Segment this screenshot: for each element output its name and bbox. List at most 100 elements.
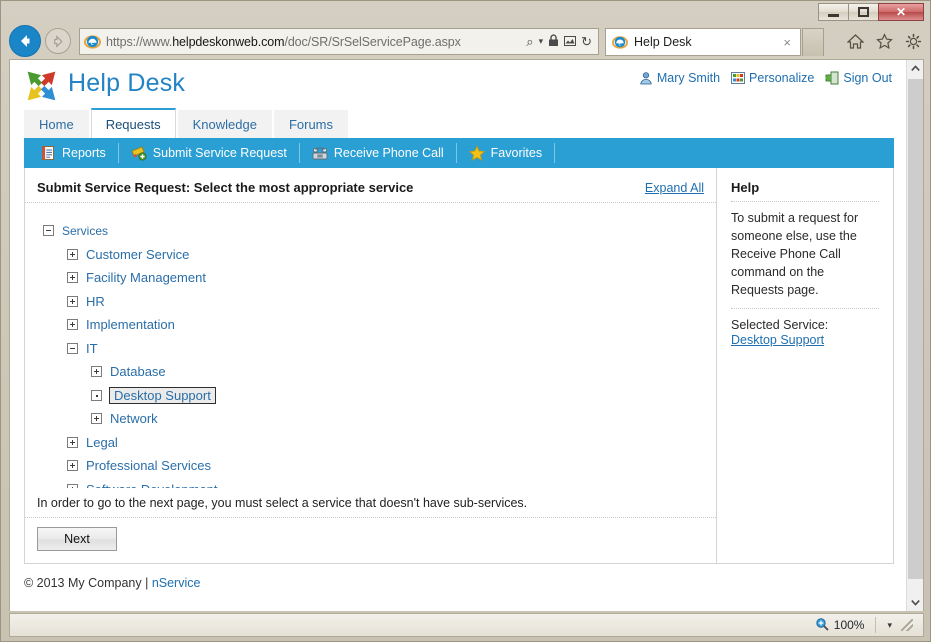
minimize-button[interactable] [818,3,848,21]
selected-service-link[interactable]: Desktop Support [731,333,879,347]
tree-node-services[interactable]: Services [43,219,704,243]
main-nav-tabs: Home Requests Knowledge Forums [10,108,908,138]
url-domain: helpdeskonweb.com [172,34,285,49]
tree-node-label[interactable]: Implementation [86,317,175,332]
search-icon[interactable]: ⌕ [526,35,533,48]
page-title: Submit Service Request: Select the most … [37,180,414,195]
maximize-icon [858,7,869,17]
close-icon: ✕ [895,5,907,19]
command-toolbar: Reports Submit Service Request Receive P… [24,138,894,168]
page-viewport: Help Desk Mary Smith Personalize Sign Ou… [9,59,924,611]
zoom-control[interactable]: 100% ▾ [815,617,923,634]
home-icon[interactable] [846,33,865,54]
footer-link-nservice[interactable]: nService [152,576,201,590]
close-window-button[interactable]: ✕ [878,3,924,21]
star-icon [468,145,485,161]
address-bar-icons: ⌕ ▾ ↻ [526,34,594,49]
maximize-button[interactable] [848,3,878,21]
favorites-star-icon[interactable] [876,33,893,54]
compatibility-view-icon[interactable] [564,35,577,49]
url-text: https://www.helpdeskonweb.com/doc/SR/SrS… [106,35,526,49]
expand-expander-icon[interactable] [67,436,78,448]
window-controls: ✕ [818,3,924,21]
web-page: Help Desk Mary Smith Personalize Sign Ou… [10,60,908,611]
app-title: Help Desk [68,68,186,97]
expand-expander-icon[interactable] [67,319,78,331]
tree-node-software-development[interactable]: Software Development [43,478,704,488]
user-link-personalize[interactable]: Personalize [731,71,814,85]
command-favorites[interactable]: Favorites [457,143,556,163]
tree-node-label[interactable]: Services [62,224,108,238]
tree-node-implementation[interactable]: Implementation [43,313,704,337]
expand-expander-icon[interactable] [91,413,102,425]
tree-node-label[interactable]: Customer Service [86,247,189,262]
panel-header: Submit Service Request: Select the most … [25,168,716,203]
refresh-icon[interactable]: ↻ [581,35,592,48]
tab-forums[interactable]: Forums [273,110,348,138]
address-bar[interactable]: e https://www.helpdeskonweb.com/doc/SR/S… [79,28,599,55]
window-titlebar: ✕ [1,1,930,23]
tab-requests[interactable]: Requests [90,108,176,138]
tree-node-legal[interactable]: Legal [43,431,704,455]
tree-node-database[interactable]: Database [43,360,704,384]
tab-home[interactable]: Home [24,110,89,138]
tree-node-label[interactable]: IT [86,341,98,356]
expand-expander-icon[interactable] [67,272,78,284]
user-links: Mary Smith Personalize Sign Out [639,71,892,85]
tree-node-label[interactable]: Network [110,411,158,426]
expand-expander-icon[interactable] [67,460,78,472]
tree-node-customer-service[interactable]: Customer Service [43,243,704,267]
tree-node-label[interactable]: Facility Management [86,270,206,285]
command-reports[interactable]: Reports [38,143,119,163]
tree-node-it[interactable]: IT [43,337,704,361]
four-arrows-logo-icon [24,66,58,101]
expand-expander-icon[interactable] [67,483,78,488]
scroll-down-icon[interactable] [907,594,923,611]
tree-node-hr[interactable]: HR [43,290,704,314]
tree-node-desktop-support[interactable]: Desktop Support [43,384,704,408]
tree-node-facility-management[interactable]: Facility Management [43,266,704,290]
forward-button[interactable] [45,28,71,54]
tools-gear-icon[interactable] [905,33,922,54]
tab-close-icon[interactable]: × [780,35,794,50]
grid-icon [731,71,746,85]
site-footer: © 2013 My Company | nService [24,576,894,590]
tab-knowledge[interactable]: Knowledge [177,110,272,138]
tree-node-label[interactable]: Database [110,364,166,379]
scroll-up-icon[interactable] [907,60,923,77]
resize-grip-icon[interactable] [901,619,913,631]
tree-node-label[interactable]: Legal [86,435,118,450]
collapse-expander-icon[interactable] [67,342,78,354]
browser-tab-strip: e Help Desk × [605,28,824,56]
zoom-magnifier-icon [815,617,829,634]
expand-expander-icon[interactable] [67,295,78,307]
footer-buttons: Next [25,518,716,563]
expand-expander-icon[interactable] [91,366,102,378]
command-receive-phone-call[interactable]: Receive Phone Call [300,143,457,163]
tree-node-label[interactable]: HR [86,294,105,309]
page-scrollbar[interactable] [906,60,923,611]
user-link-mary-smith[interactable]: Mary Smith [639,71,720,85]
expand-expander-icon[interactable] [67,248,78,260]
tree-node-label[interactable]: Professional Services [86,458,211,473]
expand-all-link[interactable]: Expand All [645,181,704,195]
tree-node-label[interactable]: Desktop Support [109,386,216,404]
help-panel: Help To submit a request for someone els… [717,168,893,563]
new-tab-button[interactable] [802,28,824,56]
browser-tab[interactable]: e Help Desk × [605,28,801,56]
user-link-label: Mary Smith [656,71,721,85]
chevron-down-icon[interactable]: ▾ [539,37,544,46]
status-separator [875,617,877,633]
back-button[interactable] [9,25,41,57]
zoom-chevron-down-icon[interactable]: ▾ [887,620,892,631]
user-link-sign-out[interactable]: Sign Out [825,71,892,85]
next-button[interactable]: Next [37,527,117,551]
instruction-text: In order to go to the next page, you mus… [25,488,716,518]
tree-node-network[interactable]: Network [43,407,704,431]
scrollbar-thumb[interactable] [908,79,923,579]
collapse-expander-icon[interactable] [43,225,54,237]
command-submit-service-request[interactable]: Submit Service Request [119,143,300,163]
leaf-expander-icon[interactable] [91,389,102,401]
tree-node-professional-services[interactable]: Professional Services [43,454,704,478]
copyright-text: © 2013 My Company | [24,576,149,590]
